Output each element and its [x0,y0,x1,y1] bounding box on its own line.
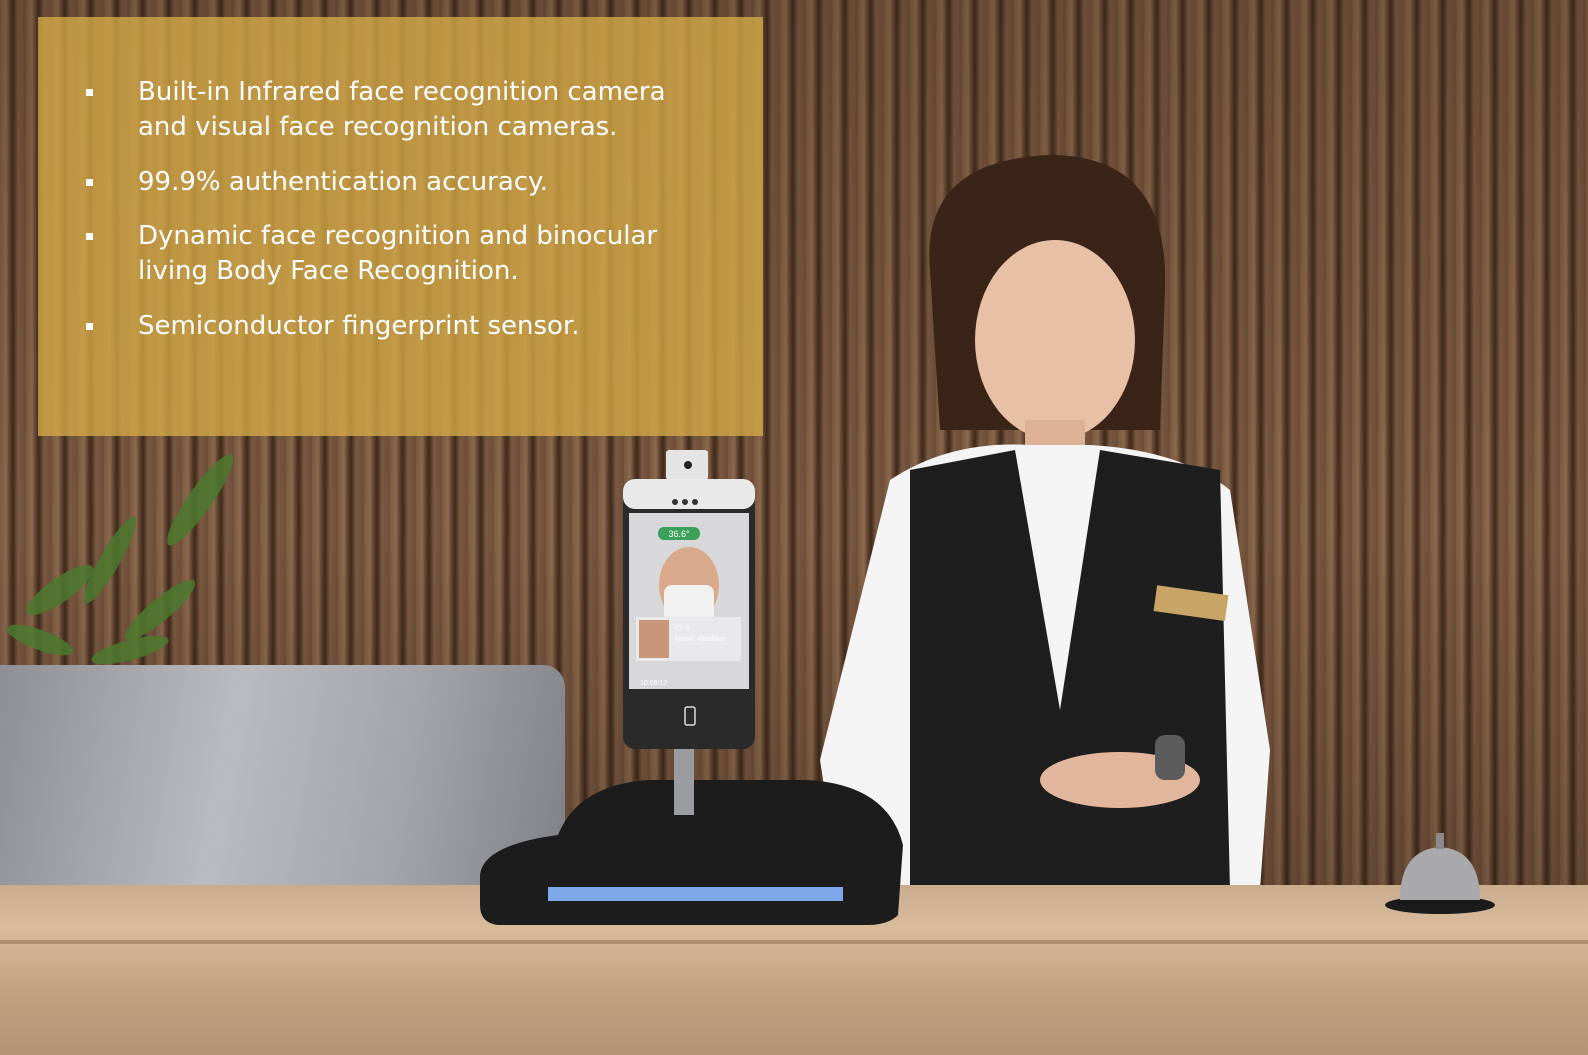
temperature-readout: 36.6° [668,529,690,539]
feature-list: Built-in Infrared face recognition camer… [38,17,763,436]
face-recognition-terminal: 36.6° ID: 5 Name: Abraham 10:06:12 [480,450,903,925]
id-label: ID: 5 [675,625,690,632]
feature-text: Built-in Infrared face recognition camer… [138,77,666,142]
feature-text: Semiconductor fingerprint sensor. [138,311,580,341]
feature-text: 99.9% authentication accuracy. [138,167,548,197]
plant [6,454,234,665]
bullet-square-icon [86,323,93,330]
clock-readout: 10:06:12 [640,680,667,687]
reception-scene: 36.6° ID: 5 Name: Abraham 10:06:12 Built… [0,0,1588,1055]
device-led [548,887,843,901]
bullet-square-icon [86,179,93,186]
service-bell [1385,833,1495,914]
feature-text: Dynamic face recognition and binocular l… [138,221,658,286]
bullet-square-icon [86,89,93,96]
name-label: Name: Abraham [675,636,726,643]
bullet-square-icon [86,233,93,240]
counter-edge [0,940,1588,944]
